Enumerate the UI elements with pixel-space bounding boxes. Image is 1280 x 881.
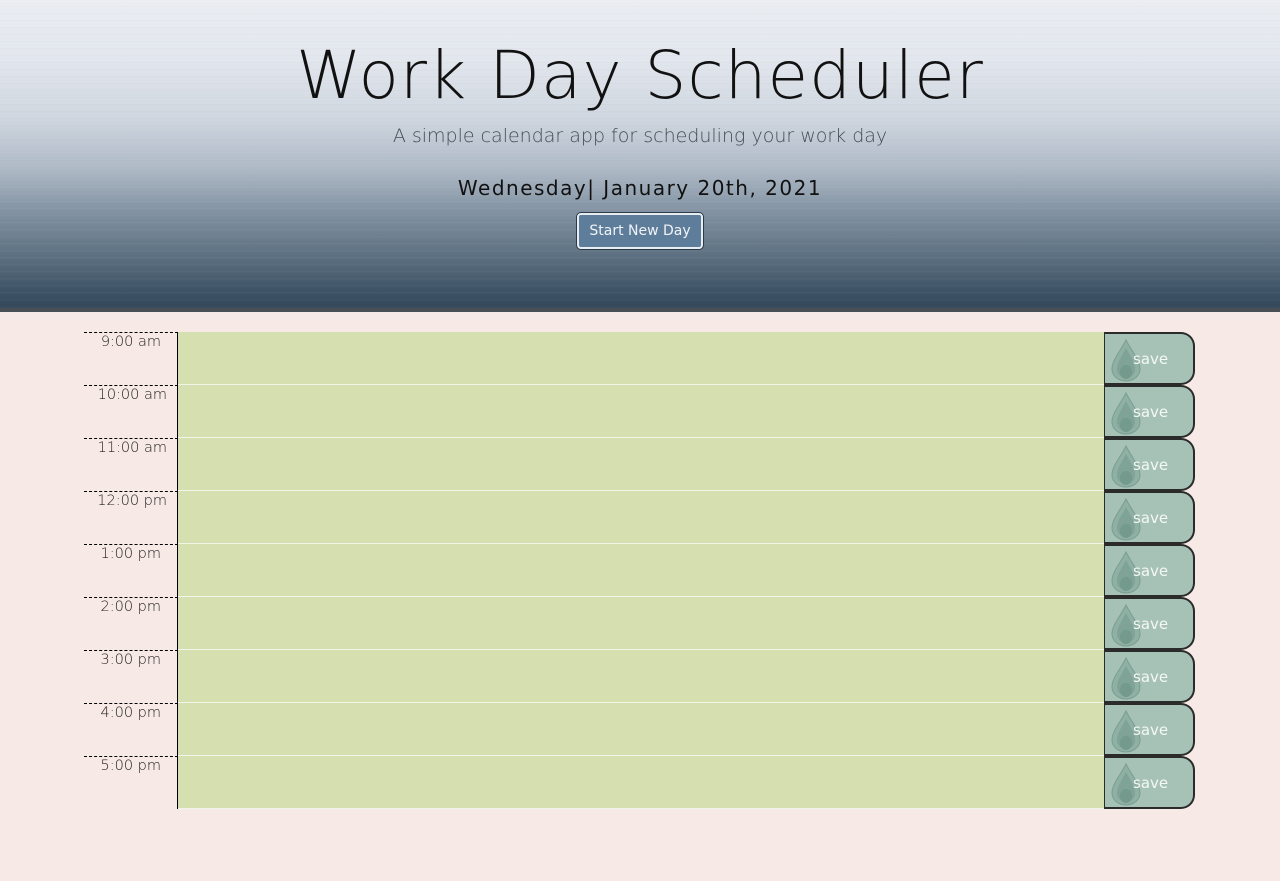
task-input[interactable] xyxy=(178,597,1104,650)
hour-label: 4:00 pm xyxy=(84,703,178,756)
time-block-row: 2:00 pm save xyxy=(84,597,1195,650)
time-block-row: 5:00 pm save xyxy=(84,756,1195,809)
save-button[interactable]: save xyxy=(1104,703,1195,756)
schedule-container: 9:00 am save 10:00 am save 11:00 am save… xyxy=(84,332,1195,809)
task-input[interactable] xyxy=(178,385,1104,438)
save-button-label: save xyxy=(1133,402,1169,421)
task-input[interactable] xyxy=(178,438,1104,491)
save-button[interactable]: save xyxy=(1104,491,1195,544)
time-block-row: 12:00 pm save xyxy=(84,491,1195,544)
save-button-label: save xyxy=(1133,614,1169,633)
start-new-day-button[interactable]: Start New Day xyxy=(577,213,703,249)
task-input[interactable] xyxy=(178,650,1104,703)
hour-label: 9:00 am xyxy=(84,332,178,385)
task-input[interactable] xyxy=(178,544,1104,597)
save-button[interactable]: save xyxy=(1104,597,1195,650)
save-button-label: save xyxy=(1133,349,1169,368)
hour-label: 5:00 pm xyxy=(84,756,178,809)
task-input[interactable] xyxy=(178,703,1104,756)
page-subtitle: A simple calendar app for scheduling you… xyxy=(392,125,888,147)
time-block-row: 1:00 pm save xyxy=(84,544,1195,597)
hour-label: 1:00 pm xyxy=(84,544,178,597)
header-banner: Work Day Scheduler A simple calendar app… xyxy=(0,0,1280,312)
save-button[interactable]: save xyxy=(1104,332,1195,385)
save-button-label: save xyxy=(1133,561,1169,580)
save-button-label: save xyxy=(1133,455,1169,474)
time-block-row: 3:00 pm save xyxy=(84,650,1195,703)
hour-label: 10:00 am xyxy=(84,385,178,438)
task-input[interactable] xyxy=(178,491,1104,544)
task-input[interactable] xyxy=(178,332,1104,385)
time-block-row: 4:00 pm save xyxy=(84,703,1195,756)
save-button[interactable]: save xyxy=(1104,385,1195,438)
save-button-label: save xyxy=(1133,720,1169,739)
hour-label: 11:00 am xyxy=(84,438,178,491)
hour-label: 3:00 pm xyxy=(84,650,178,703)
save-button[interactable]: save xyxy=(1104,756,1195,809)
current-day: Wednesday| January 20th, 2021 xyxy=(457,176,823,200)
save-button[interactable]: save xyxy=(1104,438,1195,491)
save-button-label: save xyxy=(1133,667,1169,686)
hour-label: 2:00 pm xyxy=(84,597,178,650)
save-button[interactable]: save xyxy=(1104,544,1195,597)
save-button-label: save xyxy=(1133,773,1169,792)
hour-label: 12:00 pm xyxy=(84,491,178,544)
time-block-row: 11:00 am save xyxy=(84,438,1195,491)
time-block-row: 9:00 am save xyxy=(84,332,1195,385)
time-block-row: 10:00 am save xyxy=(84,385,1195,438)
task-input[interactable] xyxy=(178,756,1104,809)
page-title: Work Day Scheduler xyxy=(296,37,984,114)
save-button-label: save xyxy=(1133,508,1169,527)
save-button[interactable]: save xyxy=(1104,650,1195,703)
